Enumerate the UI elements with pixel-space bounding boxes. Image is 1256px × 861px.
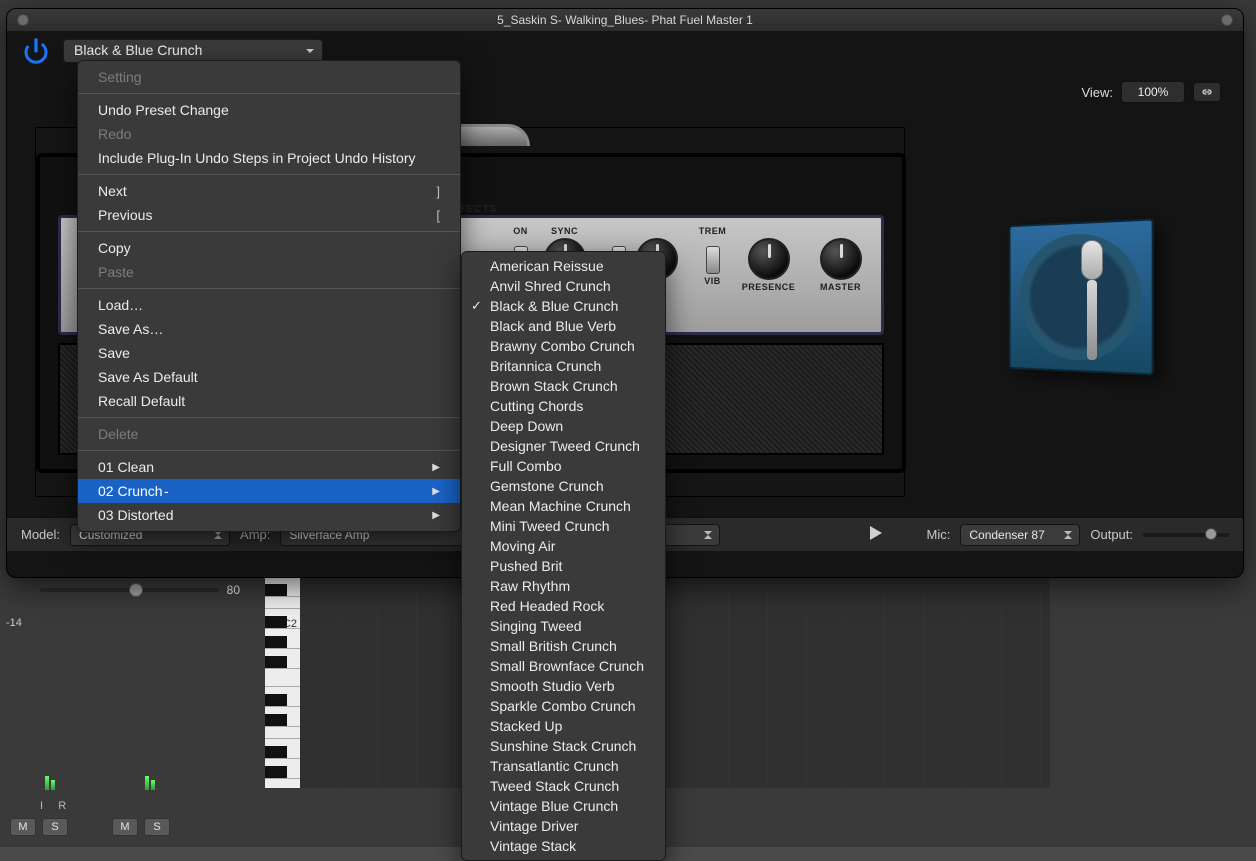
preset-name: Black & Blue Crunch [74,42,202,58]
preset-item[interactable]: Black and Blue Verb [462,316,665,336]
menu-redo: Redo [78,122,460,146]
model-label: Model: [21,527,60,542]
mute-button[interactable]: M [112,818,138,836]
label-presence: PRESENCE [742,282,796,292]
track-meter-2 [145,770,175,790]
cabinet-visual[interactable] [993,214,1183,384]
menu-undo-preset[interactable]: Undo Preset Change [78,98,460,122]
label-sync: SYNC [551,226,578,236]
preset-item[interactable]: Deep Down [462,416,665,436]
chevron-right-icon: ▶ [432,486,440,497]
menu-previous[interactable]: Previous[ [78,203,460,227]
solo-button[interactable]: S [42,818,68,836]
microphone-icon[interactable] [1081,240,1103,360]
preset-item[interactable]: American Reissue [462,256,665,276]
input-record-labels: I R [40,800,69,812]
menu-save[interactable]: Save [78,341,460,365]
play-button[interactable] [869,526,883,543]
preset-item[interactable]: Gemstone Crunch [462,476,665,496]
menu-copy[interactable]: Copy [78,236,460,260]
output-label: Output: [1090,527,1133,542]
title-bar[interactable]: 5_Saskin S- Walking_Blues- Phat Fuel Mas… [7,9,1243,31]
preset-item[interactable]: Mean Machine Crunch [462,496,665,516]
preset-item[interactable]: Sparkle Combo Crunch [462,696,665,716]
piano-roll-keys[interactable]: C2 [265,558,300,788]
solo-button[interactable]: S [144,818,170,836]
menu-cat-clean[interactable]: 01 Clean▶ [78,455,460,479]
slider-thumb[interactable] [129,583,143,597]
menu-save-default[interactable]: Save As Default [78,365,460,389]
presence-knob[interactable] [748,238,790,280]
view-label: View: [1081,85,1113,100]
zoom-select[interactable]: 100% [1121,81,1185,103]
velocity-slider[interactable] [40,588,219,592]
close-icon[interactable] [17,14,29,26]
label-trem: TREM [699,226,727,236]
preset-item[interactable]: Cutting Chords [462,396,665,416]
preset-menu: Setting Undo Preset Change Redo Include … [77,60,461,532]
link-icon [1199,86,1215,98]
menu-cat-crunch[interactable]: -02 Crunch▶ [78,479,460,503]
track-meter-1 [45,770,75,790]
power-button[interactable] [19,34,53,68]
preset-item[interactable]: Brawny Combo Crunch [462,336,665,356]
preset-item[interactable]: Designer Tweed Crunch [462,436,665,456]
velocity-value: 80 [227,583,240,597]
menu-load[interactable]: Load… [78,293,460,317]
preset-item[interactable]: Full Combo [462,456,665,476]
preset-item[interactable]: Smooth Studio Verb [462,676,665,696]
menu-include-undo[interactable]: Include Plug-In Undo Steps in Project Un… [78,146,460,170]
preset-item[interactable]: Red Headed Rock [462,596,665,616]
preset-item[interactable]: Vintage Stack [462,836,665,856]
preset-item[interactable]: Vintage Driver [462,816,665,836]
preset-item[interactable]: Small Brownface Crunch [462,656,665,676]
preset-item[interactable]: Brown Stack Crunch [462,376,665,396]
link-button[interactable] [1193,82,1221,102]
preset-item[interactable]: Tweed Stack Crunch [462,776,665,796]
preset-item[interactable]: Mini Tweed Crunch [462,516,665,536]
preset-item[interactable]: Raw Rhythm [462,576,665,596]
preset-item[interactable]: Pushed Brit [462,556,665,576]
preset-item[interactable]: Sunshine Stack Crunch [462,736,665,756]
preset-item[interactable]: Singing Tweed [462,616,665,636]
preset-item[interactable]: Small British Crunch [462,636,665,656]
preset-item[interactable]: Britannica Crunch [462,356,665,376]
preset-item[interactable]: Vintage Blue Crunch [462,796,665,816]
master-knob[interactable] [820,238,862,280]
preset-submenu: American ReissueAnvil Shred CrunchBlack … [461,251,666,861]
mute-button[interactable]: M [10,818,36,836]
label-on: ON [513,226,528,236]
label-vib: VIB [704,276,721,286]
ruler-mark: -14 [6,617,22,629]
chevron-right-icon: ▶ [432,510,440,521]
preset-item[interactable]: Anvil Shred Crunch [462,276,665,296]
minimize-icon[interactable] [1221,14,1233,26]
menu-delete: Delete [78,422,460,446]
mic-select[interactable]: Condenser 87 [960,524,1080,546]
midi-grid[interactable] [300,558,1050,788]
menu-cat-distorted[interactable]: 03 Distorted▶ [78,503,460,527]
menu-recall-default[interactable]: Recall Default [78,389,460,413]
label-master: MASTER [820,282,861,292]
window-title: 5_Saskin S- Walking_Blues- Phat Fuel Mas… [497,13,753,27]
velocity-slider-row: 80 [40,582,240,598]
preset-item[interactable]: Transatlantic Crunch [462,756,665,776]
menu-save-as[interactable]: Save As… [78,317,460,341]
slider-thumb[interactable] [1205,528,1217,540]
trem-vib-toggle[interactable] [706,246,720,274]
menu-paste: Paste [78,260,460,284]
view-controls: View: 100% [1081,81,1221,103]
output-slider[interactable] [1143,533,1229,537]
power-icon [21,36,51,66]
preset-item[interactable]: Black & Blue Crunch [462,296,665,316]
mic-label: Mic: [927,527,951,542]
menu-next[interactable]: Next] [78,179,460,203]
preset-item[interactable]: Moving Air [462,536,665,556]
menu-setting: Setting [78,65,460,89]
preset-item[interactable]: Stacked Up [462,716,665,736]
chevron-right-icon: ▶ [432,462,440,473]
